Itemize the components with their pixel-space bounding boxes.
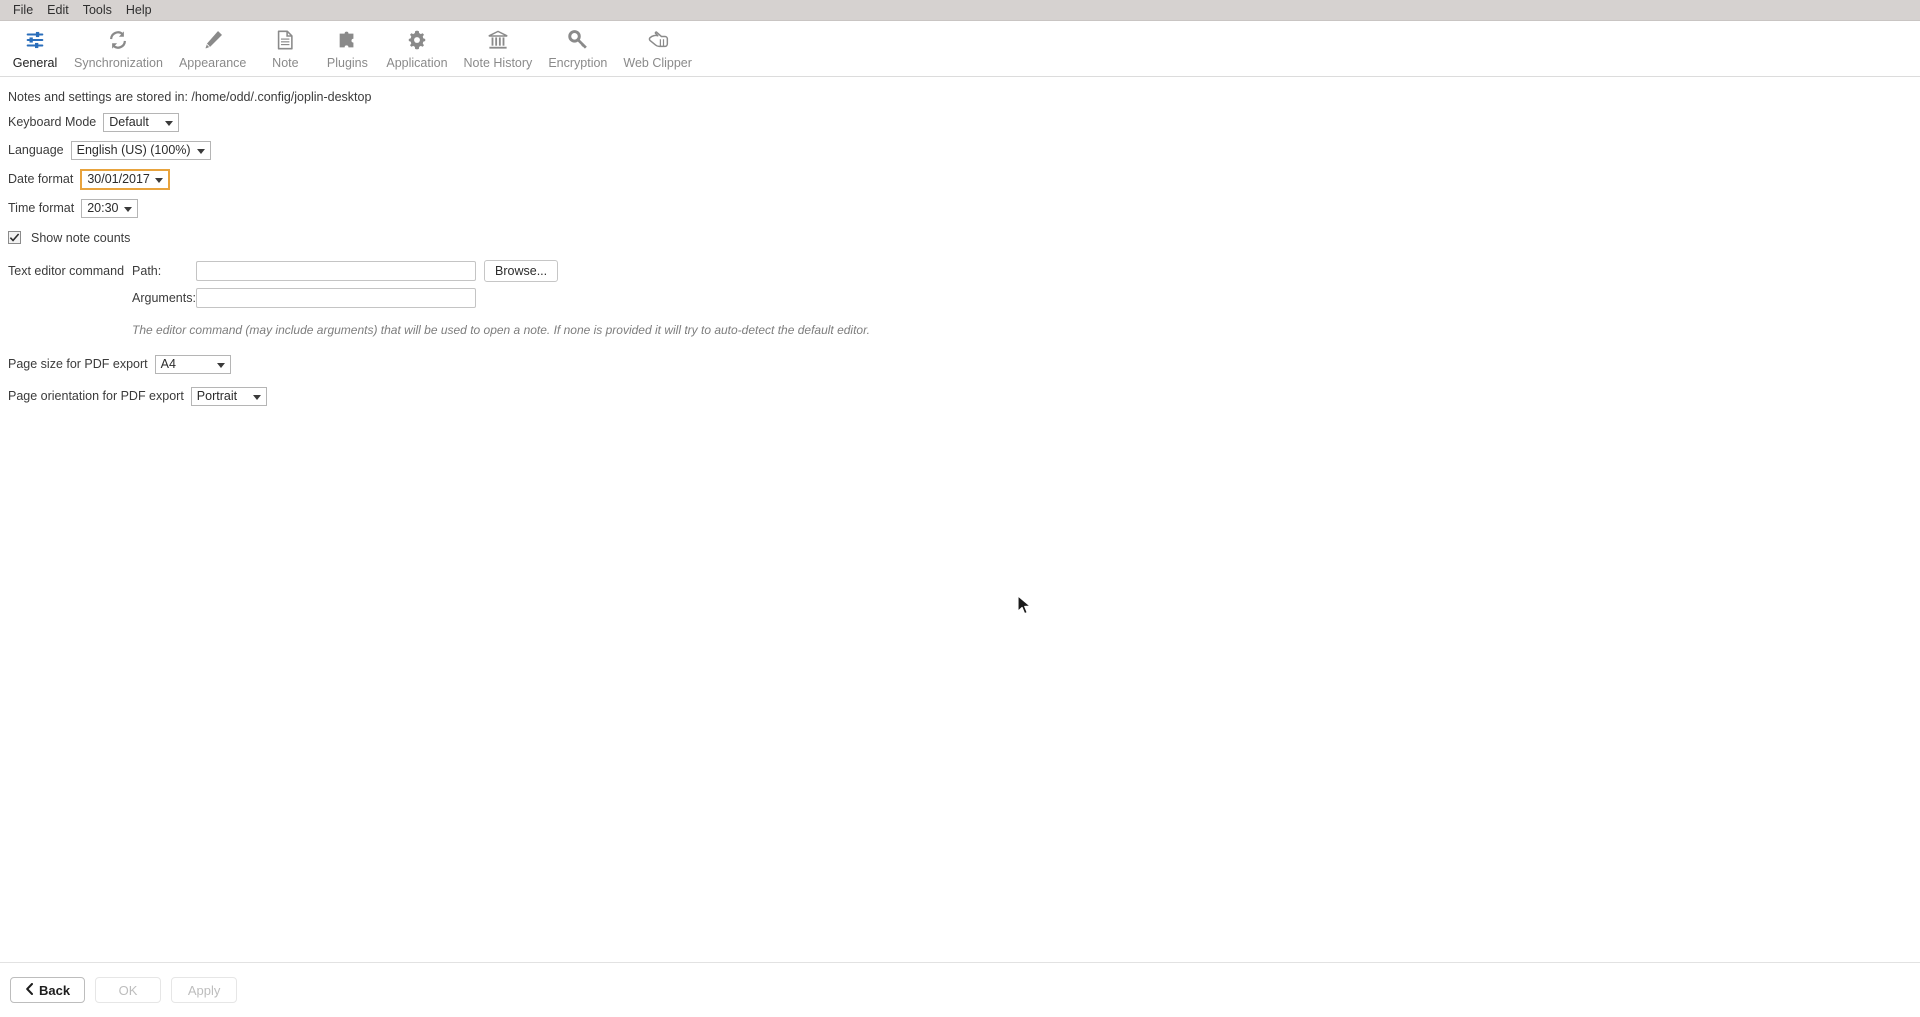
gear-icon [406, 27, 428, 53]
pdf-page-size-label: Page size for PDF export [8, 357, 148, 371]
back-button-label: Back [39, 982, 71, 998]
menu-item-help[interactable]: Help [119, 1, 159, 20]
tab-application-label: Application [386, 56, 448, 70]
sync-icon [107, 27, 129, 53]
tab-note-history[interactable]: Note History [456, 25, 541, 74]
language-select[interactable]: English (US) (100%) [70, 141, 211, 160]
tab-encryption-label: Encryption [548, 56, 608, 70]
time-format-select[interactable]: 20:30 [81, 199, 138, 218]
document-icon [274, 27, 296, 53]
chevron-left-icon [25, 982, 34, 998]
tab-general[interactable]: General [4, 25, 66, 74]
setting-row-show-note-counts: Show note counts [0, 230, 1920, 245]
keyboard-mode-value: Default [109, 115, 149, 129]
text-editor-arguments-row: Arguments: [132, 288, 870, 308]
storage-location-notice: Notes and settings are stored in: /home/… [8, 90, 372, 104]
menu-bar: File Edit Tools Help [0, 0, 1920, 21]
settings-tab-bar: General Synchronization Appearance Note … [0, 21, 1920, 77]
bank-icon [487, 27, 509, 53]
tab-web-clipper-label: Web Clipper [623, 56, 692, 70]
date-format-value: 30/01/2017 [87, 172, 150, 186]
tab-appearance[interactable]: Appearance [171, 25, 254, 74]
text-editor-path-label: Path: [132, 264, 162, 278]
pdf-page-orientation-value: Portrait [196, 389, 238, 403]
tab-note-history-label: Note History [463, 56, 533, 70]
setting-row-keyboard-mode: Keyboard Mode Default [0, 113, 1920, 132]
language-label: Language [8, 143, 64, 157]
checkmark-icon [9, 233, 20, 242]
date-format-label: Date format [8, 172, 74, 186]
dialog-button-bar: Back OK Apply [0, 962, 1920, 1017]
show-note-counts-label: Show note counts [31, 231, 131, 245]
date-format-select[interactable]: 30/01/2017 [80, 169, 170, 190]
show-note-counts-checkbox[interactable] [8, 230, 21, 244]
pdf-page-orientation-select[interactable]: Portrait [190, 387, 267, 406]
tab-note[interactable]: Note [254, 25, 316, 74]
tab-application[interactable]: Application [378, 25, 455, 74]
menu-item-tools[interactable]: Tools [76, 1, 119, 20]
keyboard-mode-label: Keyboard Mode [8, 115, 97, 129]
menu-item-edit[interactable]: Edit [40, 1, 76, 20]
tab-synchronization[interactable]: Synchronization [66, 25, 171, 74]
setting-row-time-format: Time format 20:30 [0, 199, 1920, 218]
sliders-icon [24, 27, 46, 53]
text-editor-command-label: Text editor command [8, 264, 125, 278]
setting-row-text-editor-command: Text editor command Path: Browse... Argu… [0, 260, 1920, 337]
text-editor-command-help: The editor command (may include argument… [132, 323, 870, 337]
apply-button[interactable]: Apply [171, 977, 238, 1003]
text-editor-path-row: Path: Browse... [132, 260, 870, 282]
keyboard-mode-select[interactable]: Default [103, 113, 180, 132]
setting-row-pdf-page-size: Page size for PDF export A4 [0, 355, 1920, 374]
pdf-page-orientation-label: Page orientation for PDF export [8, 389, 184, 403]
setting-row-language: Language English (US) (100%) [0, 141, 1920, 160]
key-icon [567, 27, 589, 53]
text-editor-command-fields: Path: Browse... Arguments: The editor co… [132, 260, 870, 337]
tab-plugins[interactable]: Plugins [316, 25, 378, 74]
tab-encryption[interactable]: Encryption [540, 25, 615, 74]
tab-general-label: General [12, 56, 58, 70]
pdf-page-size-value: A4 [160, 357, 176, 371]
time-format-value: 20:30 [87, 201, 119, 215]
text-editor-path-input[interactable] [196, 261, 477, 281]
tab-synchronization-label: Synchronization [74, 56, 163, 70]
language-value: English (US) (100%) [76, 143, 191, 157]
tab-appearance-label: Appearance [178, 56, 247, 70]
web-clipper-icon [647, 27, 669, 53]
setting-row-pdf-page-orientation: Page orientation for PDF export Portrait [0, 387, 1920, 406]
back-button[interactable]: Back [10, 977, 86, 1003]
tab-web-clipper[interactable]: Web Clipper [615, 25, 700, 74]
pencil-icon [202, 27, 224, 53]
pdf-page-size-select[interactable]: A4 [154, 355, 231, 374]
setting-row-date-format: Date format 30/01/2017 [0, 169, 1920, 190]
browse-button[interactable]: Browse... [484, 260, 559, 282]
tab-plugins-label: Plugins [326, 56, 368, 70]
menu-item-file[interactable]: File [6, 1, 40, 20]
tab-note-label: Note [272, 56, 299, 70]
ok-button[interactable]: OK [95, 977, 162, 1003]
settings-content: Notes and settings are stored in: /home/… [0, 78, 1920, 962]
puzzle-piece-icon [336, 27, 358, 53]
text-editor-arguments-input[interactable] [196, 288, 477, 308]
text-editor-arguments-label: Arguments: [132, 291, 196, 305]
time-format-label: Time format [8, 201, 75, 215]
